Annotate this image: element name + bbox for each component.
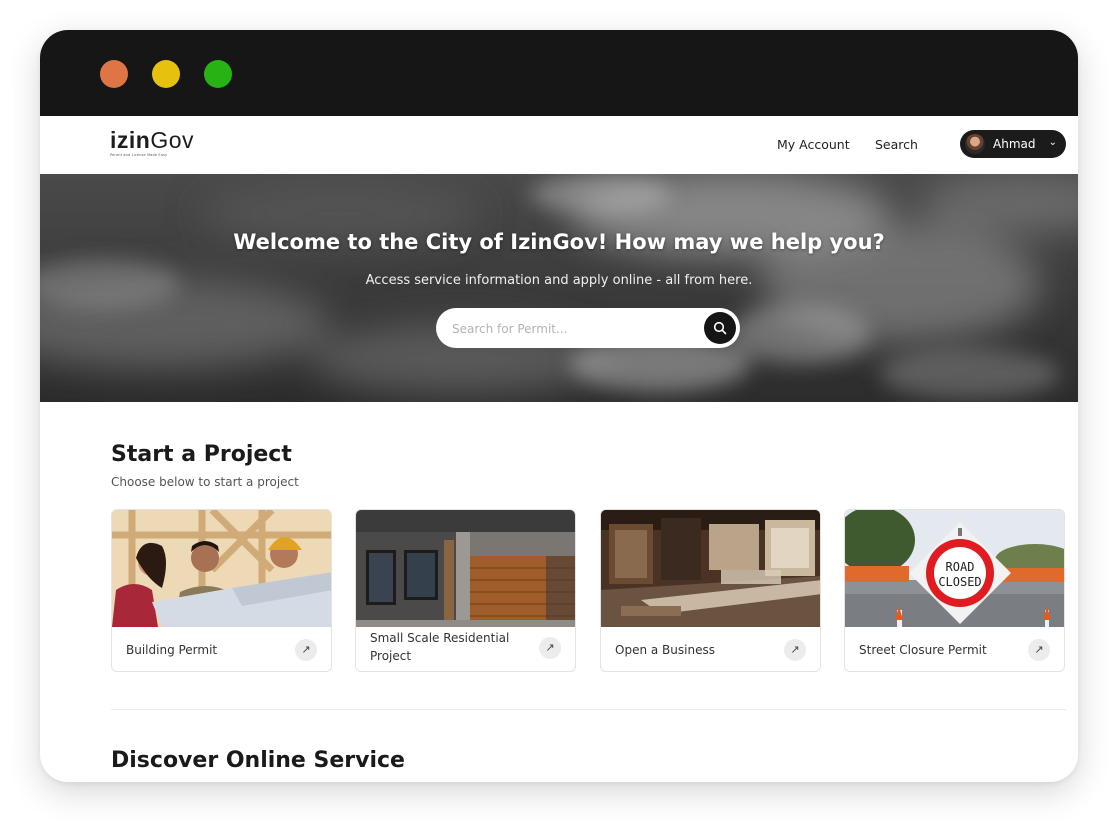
arrow-up-right-icon[interactable]: ↗ — [784, 639, 806, 661]
hero-title: Welcome to the City of IzinGov! How may … — [233, 230, 885, 254]
road-closed-sign-image: ROAD CLOSED — [845, 510, 1064, 627]
site-logo[interactable]: izinGov Permit and License Made Easy — [110, 128, 194, 157]
sign-text-closed: CLOSED — [938, 575, 981, 589]
arrow-up-right-icon[interactable]: ↗ — [295, 639, 317, 661]
main-content: Start a Project Choose below to start a … — [40, 402, 1078, 782]
project-card-street-closure[interactable]: ROAD CLOSED Street Closure Permit ↗ — [844, 509, 1065, 672]
maximize-window-button[interactable] — [204, 60, 232, 88]
cafe-interior-image — [601, 510, 820, 627]
discover-services-title: Discover Online Service — [111, 748, 405, 773]
card-label: Street Closure Permit — [859, 643, 987, 657]
section-divider — [111, 709, 1066, 710]
user-menu-button[interactable]: Ahmad ⌄ — [960, 130, 1066, 158]
arrow-up-right-icon[interactable]: ↗ — [539, 637, 561, 659]
card-label: Building Permit — [126, 643, 218, 657]
card-label: Small Scale Residential Project — [370, 631, 510, 663]
user-name: Ahmad — [993, 137, 1036, 151]
house-garage-image — [356, 510, 575, 627]
window-titlebar — [40, 30, 1078, 116]
project-card-open-business[interactable]: Open a Business ↗ — [600, 509, 821, 672]
logo-wordmark: izinGov — [110, 127, 195, 153]
browser-window: izinGov Permit and License Made Easy My … — [40, 30, 1078, 782]
start-project-title: Start a Project — [111, 442, 292, 467]
project-card-small-scale-residential[interactable]: Small Scale Residential Project ↗ — [355, 509, 576, 672]
sign-text-road: ROAD — [946, 560, 975, 574]
construction-workers-image — [112, 510, 331, 627]
permit-search-input[interactable] — [450, 318, 694, 340]
permit-search-bar — [436, 308, 740, 348]
logo-tagline: Permit and License Made Easy — [110, 153, 168, 157]
chevron-down-icon: ⌄ — [1048, 137, 1057, 148]
search-icon — [713, 321, 727, 335]
nav-search[interactable]: Search — [875, 136, 918, 154]
card-label: Open a Business — [615, 643, 715, 657]
hero-subtitle: Access service information and apply onl… — [365, 273, 753, 288]
nav-my-account[interactable]: My Account — [777, 136, 850, 154]
close-window-button[interactable] — [100, 60, 128, 88]
start-project-subtitle: Choose below to start a project — [111, 475, 299, 489]
avatar — [965, 134, 985, 154]
search-submit-button[interactable] — [704, 312, 736, 344]
minimize-window-button[interactable] — [152, 60, 180, 88]
project-card-building-permit[interactable]: Building Permit ↗ — [111, 509, 332, 672]
hero-banner: Welcome to the City of IzinGov! How may … — [40, 174, 1078, 402]
arrow-up-right-icon[interactable]: ↗ — [1028, 639, 1050, 661]
site-header: izinGov Permit and License Made Easy My … — [40, 116, 1078, 175]
